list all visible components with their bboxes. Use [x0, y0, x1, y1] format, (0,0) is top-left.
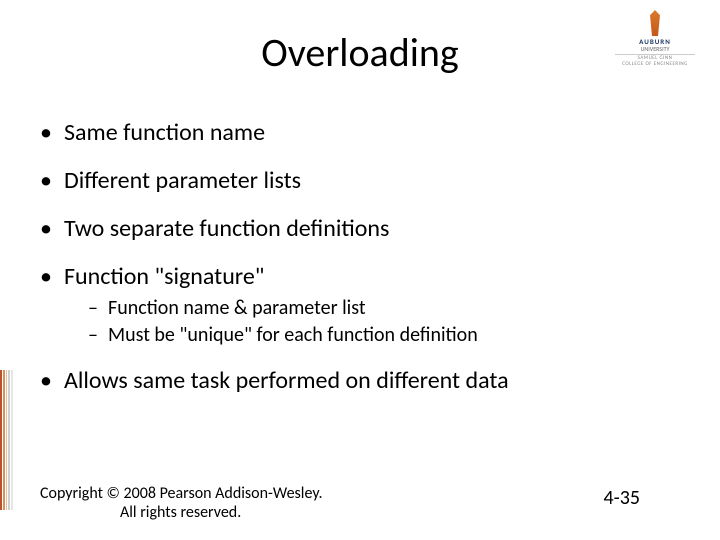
- copyright: Copyright © 2008 Pearson Addison-Wesley.…: [40, 484, 323, 522]
- slide-body: Same function name Different parameter l…: [40, 118, 680, 414]
- left-accent-bars: [0, 370, 14, 510]
- slide-title: Overloading: [0, 28, 720, 77]
- copyright-line2: All rights reserved.: [40, 503, 323, 522]
- sub-bullet-item: Must be "unique" for each function defin…: [88, 323, 680, 348]
- bullet-text: Same function name: [64, 118, 265, 147]
- page-number: 4-35: [603, 486, 640, 510]
- slide: AUBURN UNIVERSITY SAMUEL GINN COLLEGE OF…: [0, 0, 720, 540]
- bullet-item: Two separate function definitions: [40, 214, 680, 244]
- bullet-item: Allows same task performed on different …: [40, 366, 680, 396]
- bullet-text: Two separate function definitions: [64, 214, 389, 243]
- bullet-item: Function "signature" Function name & par…: [40, 262, 680, 348]
- bullet-text: Function "signature": [64, 262, 264, 291]
- copyright-line1: Copyright © 2008 Pearson Addison-Wesley.: [40, 484, 323, 503]
- bullet-text: Different parameter lists: [64, 166, 301, 195]
- bullet-item: Same function name: [40, 118, 680, 148]
- bullet-text: Allows same task performed on different …: [64, 366, 509, 395]
- sub-bullet-item: Function name & parameter list: [88, 296, 680, 321]
- bullet-item: Different parameter lists: [40, 166, 680, 196]
- sub-bullet-text: Must be "unique" for each function defin…: [108, 323, 478, 347]
- sub-bullet-text: Function name & parameter list: [108, 296, 366, 320]
